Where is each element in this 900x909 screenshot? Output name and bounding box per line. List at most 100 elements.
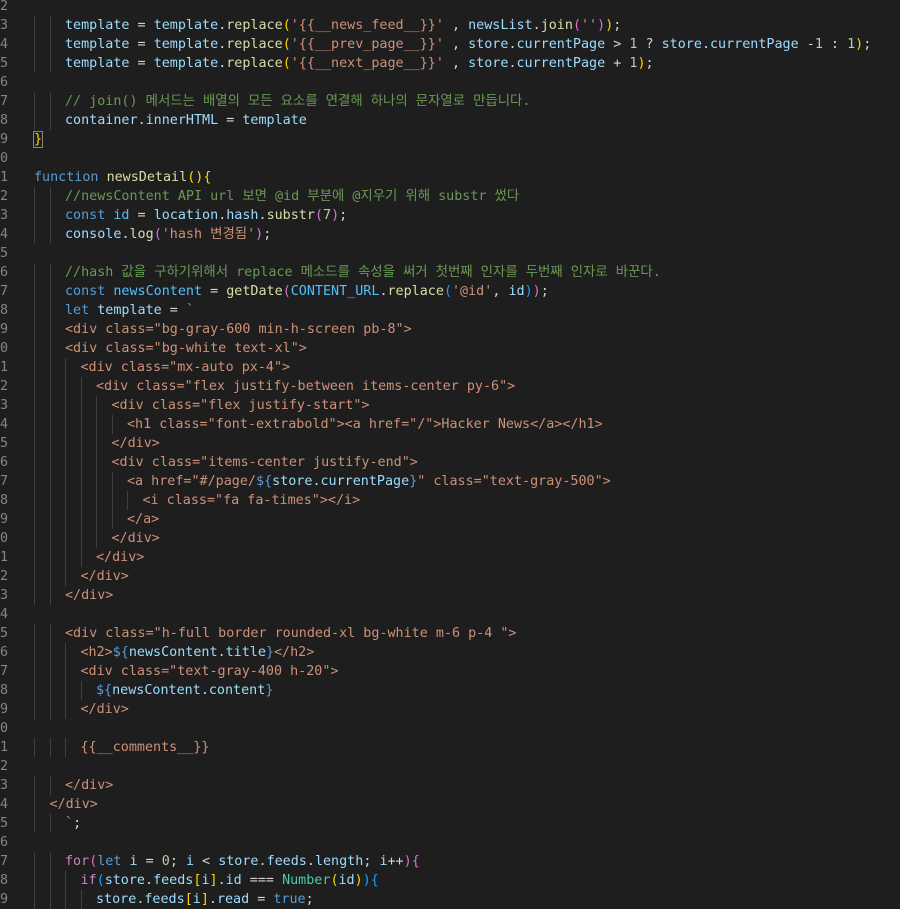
code-line[interactable]: 4 </div> [0, 795, 900, 814]
line-number: 5 [0, 436, 9, 451]
code-line[interactable]: 6 <div class="items-center justify-end"> [0, 453, 900, 472]
code-line[interactable]: 8 ${newsContent.content} [0, 681, 900, 700]
code-token: } [265, 683, 274, 698]
code-line[interactable]: 4 [0, 605, 900, 624]
code-line[interactable]: 0 [0, 149, 900, 168]
code-line[interactable]: 3 </div> [0, 586, 900, 605]
code-text: template = template. replace('{{__prev_pa… [65, 35, 871, 54]
code-line[interactable]: 3 const id = location.hash.substr(7); [0, 206, 900, 225]
code-token: if [80, 873, 97, 888]
code-line[interactable]: 2 [0, 0, 900, 16]
code-line[interactable]: 4 template = template. replace('{{__prev_p… [0, 35, 900, 54]
indent-guide [49, 472, 51, 491]
code-line[interactable]: 8 <i class="fa fa-times"></i> [0, 491, 900, 510]
code-line[interactable]: 5 template = template. replace('{{__next_p… [0, 54, 900, 73]
indent-guide [49, 225, 51, 244]
line-number: 2 [0, 189, 9, 204]
indent-guide [80, 548, 82, 567]
code-line[interactable]: 1 {{__comments__}} [0, 738, 900, 757]
code-line[interactable]: 7 // join() 메서드는 배열의 모든 요소를 연결해 하나의 문자열로 … [0, 92, 900, 111]
code-line[interactable]: 3 </div> [0, 776, 900, 795]
code-line[interactable]: 6 [0, 833, 900, 852]
code-line[interactable]: 1 function newsDetail(){ [0, 168, 900, 187]
code-line[interactable]: 8 if(store.feeds[i].id === Number(id)){ [0, 871, 900, 890]
code-line[interactable]: 7 for(let i = 0; i < store.feeds.length; … [0, 852, 900, 871]
code-line[interactable]: 0 <div class="bg-white text-xl"> [0, 339, 900, 358]
code-line[interactable]: 7 <a href="#/page/${store.currentPage}" c… [0, 472, 900, 491]
code-token: ) [403, 854, 412, 869]
code-token: { [370, 873, 379, 888]
code-line[interactable]: 6 <h2>${newsContent.title}</h2> [0, 643, 900, 662]
code-line[interactable]: 5 `; [0, 814, 900, 833]
code-line[interactable]: 3 <div class="flex justify-start"> [0, 396, 900, 415]
indent-guide [49, 529, 51, 548]
code-text: <h2>${newsContent.title}</h2> [81, 643, 315, 662]
line-number: 5 [0, 816, 9, 831]
code-line[interactable]: 4 <h1 class="font-extrabold"><a href="/">… [0, 415, 900, 434]
code-token: </div> [49, 797, 98, 812]
code-line[interactable]: 2 </div> [0, 567, 900, 586]
code-line[interactable]: 1 </div> [0, 548, 900, 567]
code-token: replace [226, 37, 283, 52]
code-editor[interactable]: 2 3 template = template.replace('{{__news_… [0, 0, 900, 909]
indent-guide [49, 35, 51, 54]
code-token: = [202, 284, 227, 299]
code-line[interactable]: 5 <div class="h-full border rounded-xl bg… [0, 624, 900, 643]
code-token: = [129, 208, 154, 223]
code-line[interactable]: 2 [0, 757, 900, 776]
code-token: ( [96, 873, 105, 888]
code-line[interactable]: 9 store.feeds[i].read = true; [0, 890, 900, 909]
code-token: let [65, 303, 90, 318]
line-number: 9 [0, 892, 9, 907]
indent-guide [34, 491, 35, 510]
code-token: [ [184, 892, 193, 907]
indent-guide [34, 187, 35, 206]
code-token: , [443, 37, 469, 52]
indent-guide [80, 472, 82, 491]
code-line[interactable]: 0 [0, 719, 900, 738]
code-line[interactable]: 3 template = template.replace('{{__news_f… [0, 16, 900, 35]
code-token: 1 [814, 37, 823, 52]
code-token: ( [443, 284, 452, 299]
code-line[interactable]: 1 <div class="mx-auto px-4"> [0, 358, 900, 377]
indent-guide [34, 206, 35, 225]
code-line[interactable]: 9} [0, 130, 900, 149]
code-line[interactable]: 0 </div> [0, 529, 900, 548]
code-line[interactable]: 7 <div class="text-gray-400 h-20"> [0, 662, 900, 681]
line-number: 3 [0, 18, 9, 33]
code-token: join [540, 18, 573, 33]
code-token: <div class="flex justify-start"> [111, 398, 370, 413]
code-text: let template = ` [65, 301, 194, 320]
indent-guide [34, 586, 35, 605]
code-line[interactable]: 9 </div> [0, 700, 900, 719]
code-line[interactable]: 9 <div class="bg-gray-600 min-h-screen pb… [0, 320, 900, 339]
code-line[interactable]: 6 [0, 73, 900, 92]
indent-guide [49, 776, 51, 795]
line-number: 4 [0, 417, 9, 432]
code-line[interactable]: 4 console.log('hash 변경됨'); [0, 225, 900, 244]
indent-guide [96, 415, 97, 434]
code-line[interactable]: 7 const newsContent = getDate(CONTENT_URL… [0, 282, 900, 301]
code-token: . [121, 227, 130, 242]
code-line[interactable]: 2 //newsContent API url 보면 @id 부분에 @지우기 위… [0, 187, 900, 206]
code-text: <h1 class="font-extrabold"><a href="/">H… [127, 415, 603, 434]
indent-guide [80, 681, 82, 700]
indent-guide [34, 396, 35, 415]
code-line[interactable]: 2 <div class="flex justify-between items-… [0, 377, 900, 396]
code-token: newsContent [113, 284, 203, 299]
code-token: = [129, 56, 154, 71]
code-text: if(store.feeds[i].id === Number(id)){ [81, 871, 379, 890]
code-token: ) [354, 873, 363, 888]
code-token: template [153, 56, 219, 71]
code-line[interactable]: 6 //hash 값을 구하기위해서 replace 메소드를 속성을 써거 첫번… [0, 263, 900, 282]
code-token: { [411, 854, 420, 869]
code-line[interactable]: 5 [0, 244, 900, 263]
code-text: } [32, 130, 44, 149]
code-text: <div class="h-full border rounded-xl bg-… [65, 624, 516, 643]
code-line[interactable]: 8 container.innerHTML = template [0, 111, 900, 130]
code-line[interactable]: 8 let template = ` [0, 301, 900, 320]
code-line[interactable]: 9 </a> [0, 510, 900, 529]
code-token: substr [266, 208, 315, 223]
code-line[interactable]: 5 </div> [0, 434, 900, 453]
indent-guide [34, 738, 35, 757]
